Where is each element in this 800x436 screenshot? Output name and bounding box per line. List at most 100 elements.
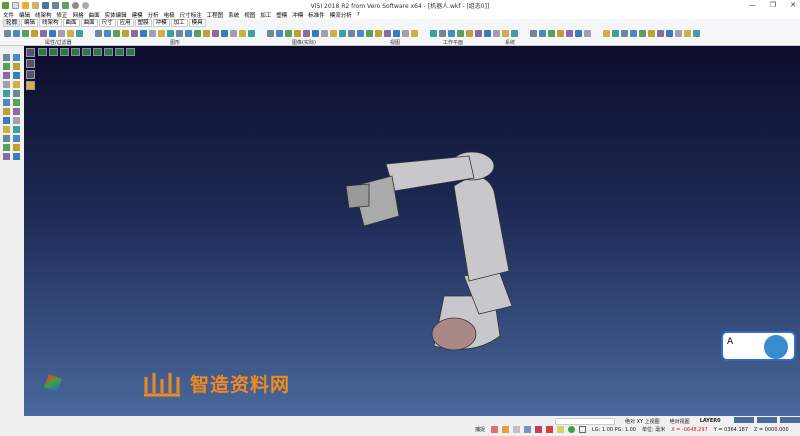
menu-solid-edit[interactable]: 实体编辑 [105, 11, 127, 19]
toolbar-tool-icon[interactable] [630, 30, 637, 37]
toolbar-tool-icon[interactable] [194, 30, 201, 37]
toolbar-tool-icon[interactable] [58, 30, 65, 37]
menu-system[interactable]: 系统 [228, 11, 239, 19]
toolbar-tool-icon[interactable] [122, 30, 129, 37]
toolbar-tool-icon[interactable] [684, 30, 691, 37]
toolbar-tool-icon[interactable] [276, 30, 283, 37]
toolbar-tool-icon[interactable] [584, 30, 591, 37]
snap-icon[interactable] [568, 426, 576, 433]
layer-indicator[interactable]: LAYER0 [700, 418, 721, 424]
toolbar-tool-icon[interactable] [475, 30, 482, 37]
toolbar-tool-icon[interactable] [448, 30, 455, 37]
snap-icon[interactable] [546, 426, 554, 433]
tab-plastic[interactable]: 塑膜 [134, 19, 152, 27]
refresh-icon[interactable] [62, 2, 69, 9]
menu-mesh[interactable]: 网格 [73, 11, 84, 19]
folder-icon[interactable] [32, 2, 39, 9]
toolbar-tool-icon[interactable] [303, 30, 310, 37]
side-tool-icon[interactable] [13, 99, 20, 106]
toolbar-tool-icon[interactable] [167, 30, 174, 37]
toolbar-tool-icon[interactable] [104, 30, 111, 37]
menu-dimension[interactable]: 尺寸标注 [180, 11, 202, 19]
toolbar-tool-icon[interactable] [212, 30, 219, 37]
toolbar-tool-icon[interactable] [511, 30, 518, 37]
toolbar-tool-icon[interactable] [648, 30, 655, 37]
toolbar-tool-icon[interactable] [612, 30, 619, 37]
side-tool-icon[interactable] [3, 126, 10, 133]
toolbar-tool-icon[interactable] [330, 30, 337, 37]
toolbar-tool-icon[interactable] [149, 30, 156, 37]
toolbar-tool-icon[interactable] [31, 30, 38, 37]
toolbar-tool-icon[interactable] [312, 30, 319, 37]
side-tool-icon[interactable] [13, 135, 20, 142]
toolbar-tool-icon[interactable] [248, 30, 255, 37]
side-tool-icon[interactable] [3, 108, 10, 115]
toolbar-tool-icon[interactable] [402, 30, 409, 37]
toolbar-tool-icon[interactable] [666, 30, 673, 37]
grid-icon[interactable] [579, 426, 587, 433]
snap-icon[interactable] [513, 426, 521, 433]
side-tool-icon[interactable] [3, 153, 10, 160]
tab-profile[interactable]: 轮廓 [3, 19, 21, 27]
toolbar-tool-icon[interactable] [13, 30, 20, 37]
toolbar-tool-icon[interactable] [285, 30, 292, 37]
current-view[interactable]: 绝对 XY 上视图 [625, 418, 660, 425]
side-tool-icon[interactable] [13, 126, 20, 133]
snap-icon[interactable] [502, 426, 510, 433]
snap-icon[interactable] [491, 426, 499, 433]
snap-icon[interactable] [557, 426, 565, 433]
menu-electrode[interactable]: 电极 [164, 11, 175, 19]
toolbar-tool-icon[interactable] [131, 30, 138, 37]
toolbar-tool-icon[interactable] [267, 30, 274, 37]
menu-machining[interactable]: 加工 [260, 11, 271, 19]
menu-help[interactable]: ? [357, 12, 360, 18]
toolbar-tool-icon[interactable] [557, 30, 564, 37]
menu-file[interactable]: 文件 [3, 11, 14, 19]
new-icon[interactable] [12, 2, 19, 9]
3d-viewport[interactable]: A [24, 46, 800, 416]
toolbar-tool-icon[interactable] [439, 30, 446, 37]
toolbar-tool-icon[interactable] [466, 30, 473, 37]
tab-apply[interactable]: 应用 [116, 19, 134, 27]
side-tool-icon[interactable] [3, 117, 10, 124]
side-tool-icon[interactable] [13, 144, 20, 151]
toolbar-tool-icon[interactable] [530, 30, 537, 37]
toolbar-tool-icon[interactable] [4, 30, 11, 37]
toolbar-tool-icon[interactable] [493, 30, 500, 37]
snap-icon[interactable] [524, 426, 532, 433]
app-icon[interactable] [2, 2, 9, 9]
toolbar-tool-icon[interactable] [575, 30, 582, 37]
toolbar-tool-icon[interactable] [348, 30, 355, 37]
tab-surface[interactable]: 曲面 [62, 19, 80, 27]
toolbar-tool-icon[interactable] [430, 30, 437, 37]
save-icon[interactable] [42, 2, 49, 9]
menu-mould[interactable]: 塑模 [276, 11, 287, 19]
toolbar-tool-icon[interactable] [657, 30, 664, 37]
toolbar-tool-icon[interactable] [40, 30, 47, 37]
toolbar-tool-icon[interactable] [185, 30, 192, 37]
menu-view[interactable]: 视图 [244, 11, 255, 19]
toolbar-tool-icon[interactable] [603, 30, 610, 37]
toolbar-tool-icon[interactable] [67, 30, 74, 37]
redo-icon[interactable] [82, 2, 89, 9]
toolbar-tool-icon[interactable] [158, 30, 165, 37]
command-input[interactable] [555, 417, 615, 425]
nav-widget[interactable]: A [721, 331, 796, 361]
menu-modeling[interactable]: 建模 [132, 11, 143, 19]
toolbar-tool-icon[interactable] [22, 30, 29, 37]
side-tool-icon[interactable] [13, 72, 20, 79]
toolbar-tool-icon[interactable] [95, 30, 102, 37]
open-icon[interactable] [22, 2, 29, 9]
toolbar-tool-icon[interactable] [484, 30, 491, 37]
toolbar-tool-icon[interactable] [457, 30, 464, 37]
menu-surface[interactable]: 曲面 [89, 11, 100, 19]
menu-standard-parts[interactable]: 标准件 [308, 11, 325, 19]
toolbar-tool-icon[interactable] [76, 30, 83, 37]
toolbar-tool-icon[interactable] [502, 30, 509, 37]
menu-analysis[interactable]: 分析 [148, 11, 159, 19]
side-tool-icon[interactable] [3, 144, 10, 151]
minimize-button[interactable]: — [749, 1, 756, 9]
toolbar-tool-icon[interactable] [339, 30, 346, 37]
side-tool-icon[interactable] [3, 90, 10, 97]
menu-wireframe[interactable]: 线架构 [35, 11, 52, 19]
